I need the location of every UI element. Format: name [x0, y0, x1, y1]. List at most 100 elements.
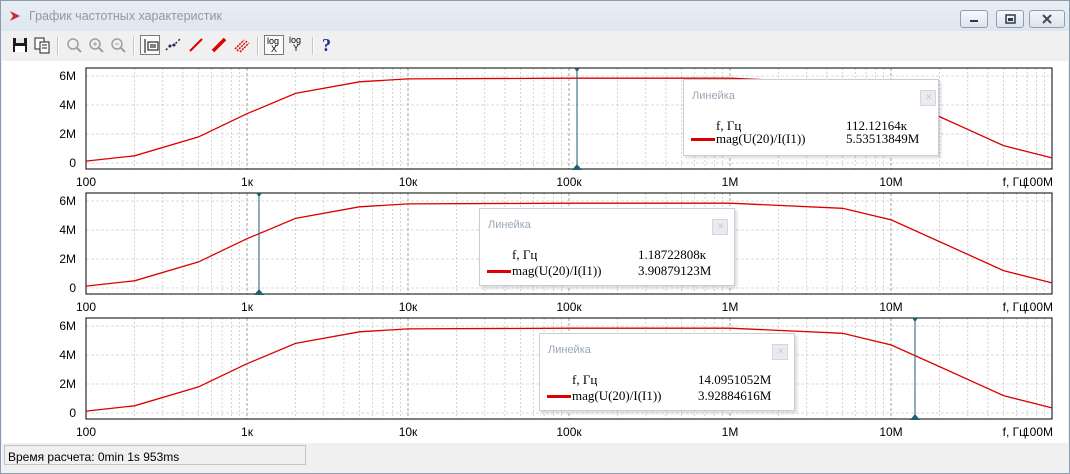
- x-axis-label: f, Гц: [1003, 300, 1027, 314]
- y-tick-label: 2M: [59, 377, 76, 391]
- line-thick-button[interactable]: [209, 35, 229, 55]
- y-tick-label: 0: [69, 406, 76, 420]
- y-tick-label: 6M: [59, 194, 76, 208]
- app-icon: [10, 11, 20, 21]
- multi-line-button[interactable]: [232, 35, 252, 55]
- help-icon: ?: [322, 35, 331, 55]
- status-bar: Время расчета: 0min 1s 953ms: [2, 444, 1068, 473]
- copy-button[interactable]: [32, 35, 52, 55]
- ruler-x-value: 14.0951052M: [698, 372, 772, 387]
- ruler-x-label: f, Гц: [512, 247, 538, 262]
- ruler-x-label: f, Гц: [572, 372, 598, 387]
- x-tick-label: 1M: [722, 300, 739, 314]
- thick-line-icon: [211, 37, 227, 53]
- ruler-title: Линейка: [548, 344, 591, 356]
- x-tick-label: 10M: [879, 300, 902, 314]
- maximize-button[interactable]: [996, 10, 1024, 28]
- title-bar: График частотных характеристик: [1, 1, 1069, 31]
- x-tick-label: 1M: [722, 175, 739, 189]
- zoom-in-button[interactable]: [86, 35, 106, 55]
- help-button[interactable]: ?: [318, 35, 338, 55]
- ruler-y-value: 5.53513849M: [846, 131, 920, 146]
- calc-time-status: Время расчета: 0min 1s 953ms: [4, 445, 306, 465]
- x-tick-label: 100: [76, 425, 96, 439]
- y-tick-label: 4M: [59, 98, 76, 112]
- y-tick-label: 4M: [59, 223, 76, 237]
- ruler-title: Линейка: [488, 219, 531, 231]
- x-tick-label: 100к: [556, 175, 582, 189]
- line-thin-button[interactable]: [186, 35, 206, 55]
- save-button[interactable]: [10, 35, 30, 55]
- x-tick-label: 10к: [399, 425, 418, 439]
- x-tick-label: 100к: [556, 300, 582, 314]
- plot-area: 100 1к 10к 100к 1M 10M 100M f, Гц 0 2M 4M 6M 100 1к 10…: [2, 61, 1068, 443]
- zoom-out-button[interactable]: [108, 35, 128, 55]
- ruler-y-label: mag(U(20)/I(I1)): [716, 131, 806, 146]
- x-tick-label: 10к: [399, 300, 418, 314]
- ruler-panel-1[interactable]: Линейка ✕ f, Гц 112.12164к mag(U(20)/I(I…: [683, 79, 939, 156]
- minimize-icon: [970, 20, 978, 22]
- ruler-panel-2[interactable]: Линейка ✕ f, Гц 1.18722808к mag(U(20)/I(…: [479, 208, 735, 286]
- close-button[interactable]: [1029, 10, 1065, 28]
- close-icon: ✕: [717, 221, 725, 231]
- minimize-button[interactable]: [960, 10, 988, 28]
- x-tick-label: 1к: [241, 425, 254, 439]
- zoom-out-icon: [111, 38, 126, 53]
- zoom-icon: [67, 38, 82, 53]
- ruler-y-value: 3.92884616M: [698, 388, 772, 403]
- ruler-button[interactable]: [140, 35, 160, 55]
- close-icon: ✕: [925, 92, 933, 102]
- toolbar: log X log Y ?: [2, 32, 1068, 60]
- log-x-button[interactable]: log X: [264, 35, 284, 55]
- x-tick-label: 10M: [879, 425, 902, 439]
- y-tick-label: 2M: [59, 252, 76, 266]
- ruler-close-button[interactable]: ✕: [772, 344, 788, 360]
- x-tick-label: 10к: [399, 175, 418, 189]
- app-window: График частотных характеристик log X log…: [0, 0, 1070, 474]
- window-title: График частотных характеристик: [29, 9, 222, 23]
- maximize-icon: [1005, 14, 1016, 24]
- log-y-button[interactable]: log Y: [287, 35, 307, 55]
- copy-icon: [34, 37, 50, 54]
- points-icon: [165, 38, 181, 51]
- y-tick-label: 6M: [59, 69, 76, 83]
- y-tick-label: 0: [69, 156, 76, 170]
- x-tick-label: 100: [76, 175, 96, 189]
- line-icon: [189, 38, 203, 52]
- points-button[interactable]: [163, 35, 183, 55]
- x-tick-label: 1к: [241, 175, 254, 189]
- x-tick-label: 1M: [722, 425, 739, 439]
- log-y-axis-label: Y: [293, 43, 300, 53]
- y-tick-label: 0: [69, 281, 76, 295]
- series-color-swatch: [487, 270, 511, 273]
- ruler-panel-3[interactable]: Линейка ✕ f, Гц 14.0951052M mag(U(20)/I(…: [539, 333, 795, 411]
- ruler-icon: [144, 39, 159, 53]
- floppy-disk-icon: [13, 38, 27, 52]
- x-tick-label: 100к: [556, 425, 582, 439]
- ruler-y-label: mag(U(20)/I(I1)): [512, 263, 602, 278]
- zoom-in-icon: [89, 38, 104, 53]
- series-color-swatch: [547, 395, 571, 398]
- x-tick-label: 100M: [1023, 425, 1053, 439]
- y-tick-label: 4M: [59, 348, 76, 362]
- ruler-title: Линейка: [692, 90, 735, 102]
- x-tick-label: 100M: [1023, 175, 1053, 189]
- y-tick-label: 2M: [59, 127, 76, 141]
- ruler-y-label: mag(U(20)/I(I1)): [572, 388, 662, 403]
- x-tick-label: 1к: [241, 300, 254, 314]
- x-tick-label: 100M: [1023, 300, 1053, 314]
- ruler-close-button[interactable]: ✕: [920, 90, 936, 106]
- multi-line-icon: [234, 39, 250, 53]
- x-tick-label: 100: [76, 300, 96, 314]
- ruler-close-button[interactable]: ✕: [712, 219, 728, 235]
- series-color-swatch: [691, 138, 715, 141]
- close-icon: [1042, 14, 1052, 24]
- y-tick-label: 6M: [59, 319, 76, 333]
- x-axis-label: f, Гц: [1003, 175, 1027, 189]
- zoom-button[interactable]: [64, 35, 84, 55]
- x-tick-label: 10M: [879, 175, 902, 189]
- close-icon: ✕: [777, 346, 785, 356]
- ruler-y-value: 3.90879123M: [638, 263, 712, 278]
- ruler-x-value: 1.18722808к: [638, 247, 707, 262]
- log-x-axis-label: X: [271, 44, 278, 54]
